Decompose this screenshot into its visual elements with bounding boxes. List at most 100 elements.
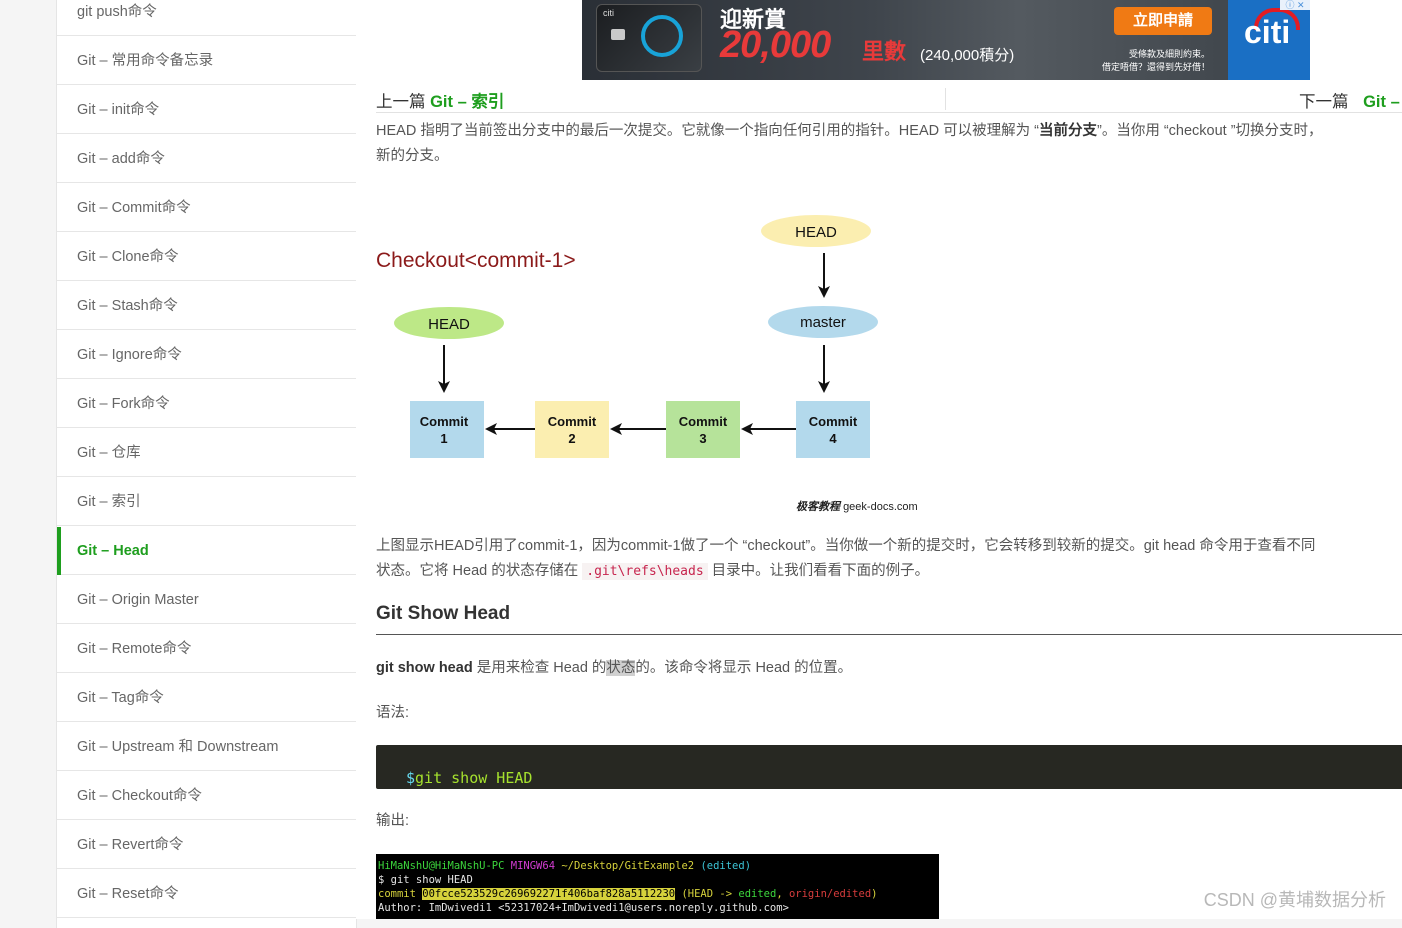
terminal-user: HiMaNshU@HiMaNshU-PC xyxy=(378,860,505,872)
sidebar-item[interactable]: Git – Tag命令 xyxy=(57,674,356,722)
ad-close-icon[interactable]: ⓘ ✕ xyxy=(1280,0,1310,10)
commit-2-line1: Commit xyxy=(548,414,597,429)
terminal-branch: (edited) xyxy=(700,860,752,872)
commit-4-line2: 4 xyxy=(829,431,837,446)
terminal-env: MINGW64 xyxy=(510,860,556,872)
head-left-label: HEAD xyxy=(428,316,470,333)
prev-title[interactable]: Git – 索引 xyxy=(430,93,504,111)
terminal-refs-open: (HEAD -> xyxy=(681,888,739,900)
show-head-paragraph: git show head 是用来检查 Head 的状态的。该命令将显示 Hea… xyxy=(376,656,852,681)
sidebar-nav: git push命令 Git – 常用命令备忘录 Git – init命令 Git –… xyxy=(56,0,357,928)
output-label: 输出: xyxy=(376,813,410,829)
card-chip-icon xyxy=(611,29,625,40)
ad-fine-print-1: 受條款及細則約束。 xyxy=(1128,49,1210,59)
ad-apply-button[interactable]: 立即申請 xyxy=(1114,7,1212,35)
prev-prefix: 上一篇 xyxy=(376,93,426,111)
sidebar-item[interactable]: Git – Fork命令 xyxy=(57,380,356,428)
terminal-ref-local: edited xyxy=(738,888,777,900)
terminal-path: ~/Desktop/GitExample2 xyxy=(561,860,695,872)
diagram-title: Checkout<commit-1> xyxy=(376,249,576,272)
show-head-a: 是用来检查 Head 的 xyxy=(472,660,607,676)
prev-next-nav: 上一篇 Git – 索引 下一篇 Git – xyxy=(376,84,1402,113)
show-head-bold: git show head xyxy=(376,660,473,676)
intro-line2: 新的分支。 xyxy=(376,148,449,164)
terminal-command: $ git show HEAD xyxy=(378,874,473,886)
desc-line2-b: 目录中。让我们看看下面的例子。 xyxy=(707,563,930,579)
sidebar-item[interactable]: git push命令 xyxy=(57,0,356,36)
sidebar-item[interactable]: Git – Stash命令 xyxy=(57,282,356,330)
terminal-line-3: commit 00fcce523529c269692271f406baf828a… xyxy=(376,887,939,901)
ad-card-brand: citi xyxy=(603,8,614,18)
commit-3-box xyxy=(666,401,740,458)
diagram-watermark: 极客教程 geek-docs.com xyxy=(796,498,918,514)
sidebar-item[interactable]: Git – init命令 xyxy=(57,86,356,134)
csdn-watermark: CSDN @黄埔数据分析 xyxy=(1203,890,1386,910)
sidebar-item[interactable]: Git – Clone命令 xyxy=(57,233,356,281)
watermark-cn: 极客教程 xyxy=(796,500,840,513)
commit-1-line2: 1 xyxy=(440,431,447,446)
terminal-commit-hash: 00fcce523529c269692271f406baf828a5112230 xyxy=(422,888,676,900)
intro-paragraph: HEAD 指明了当前签出分支中的最后一次提交。它就像一个指向任何引用的指针。HE… xyxy=(376,119,1323,169)
card-ring-graphic xyxy=(641,15,683,57)
sidebar-item[interactable]: Git – 索引 xyxy=(57,478,356,526)
commit-3-line2: 3 xyxy=(699,431,706,446)
refs-heads-inline-code: .git\refs\heads xyxy=(582,563,708,580)
sidebar-item[interactable]: Git – Upstream 和 Downstream xyxy=(57,723,356,771)
ad-points: (240,000積分) xyxy=(920,47,1015,64)
intro-line1-a: HEAD 指明了当前签出分支中的最后一次提交。它就像一个指向任何引用的指针。HE… xyxy=(376,123,1039,139)
credit-card-image: citi xyxy=(596,4,702,72)
terminal-ref-remote: origin/edited xyxy=(788,888,872,900)
next-article-link[interactable]: 下一篇 Git – xyxy=(1299,88,1400,112)
sidebar-item[interactable]: Git – Head xyxy=(57,527,356,575)
commit-2-box xyxy=(535,401,609,458)
commit-2-line2: 2 xyxy=(568,431,575,446)
ad-fine-print-2: 借定唔借？還得到先好借！ xyxy=(1101,62,1210,72)
sidebar-item[interactable]: Git – 常用命令备忘录 xyxy=(57,37,356,85)
terminal-commit-label: commit xyxy=(378,888,416,900)
sidebar-item[interactable]: Git – Origin Master xyxy=(57,576,356,624)
prev-article-link[interactable]: 上一篇 Git – 索引 xyxy=(376,88,504,112)
head-right-label: HEAD xyxy=(795,224,837,241)
terminal-author: Author: ImDwivedi1 <52317024+ImDwivedi1@… xyxy=(378,902,789,914)
sidebar-item[interactable]: Git – Remote命令 xyxy=(57,625,356,673)
nav-divider xyxy=(945,88,946,110)
sidebar-item[interactable]: Git – Checkout命令 xyxy=(57,772,356,820)
next-title[interactable]: Git – xyxy=(1363,93,1400,111)
intro-bold: 当前分支 xyxy=(1038,123,1097,139)
head-checkout-diagram: Checkout<commit-1> HEAD HEAD master Comm… xyxy=(376,215,878,458)
sidebar-item[interactable]: Git – Revert命令 xyxy=(57,821,356,869)
code-block[interactable]: $ git show HEAD xyxy=(376,745,1402,789)
ad-unit: 里數 xyxy=(862,39,907,64)
banner-ad[interactable]: citi 迎新賞 20,000 里數 (240,000積分) 立即申請 受條款及… xyxy=(582,0,1310,80)
ad-fine-print: 受條款及細則約束。 借定唔借？還得到先好借！ xyxy=(1100,48,1210,74)
sidebar-item[interactable]: Git – 仓库 xyxy=(57,429,356,477)
syntax-label: 语法: xyxy=(376,705,410,721)
section-heading: Git Show Head xyxy=(376,603,511,624)
commit-4-box xyxy=(796,401,870,458)
ad-amount: 20,000 xyxy=(720,24,831,66)
sidebar-item[interactable]: Git – Reset命令 xyxy=(57,870,356,918)
code-command: git show HEAD xyxy=(406,769,533,787)
sidebar-item[interactable]: Git – add命令 xyxy=(57,135,356,183)
terminal-line-1: HiMaNshU@HiMaNshU-PC MINGW64 ~/Desktop/G… xyxy=(376,859,939,873)
master-label: master xyxy=(800,314,846,331)
terminal-ref-sep: , xyxy=(776,888,789,900)
heading-rule xyxy=(376,634,1402,635)
watermark-url: geek-docs.com xyxy=(843,501,918,513)
article-main: citi 迎新賞 20,000 里數 (240,000積分) 立即申請 受條款及… xyxy=(356,0,1402,919)
commit-4-line1: Commit xyxy=(809,414,858,429)
sidebar-item[interactable]: Git – Commit命令 xyxy=(57,184,356,232)
sidebar-item[interactable]: Git – Ignore命令 xyxy=(57,331,356,379)
next-prefix: 下一篇 xyxy=(1299,93,1349,111)
desc-line1: 上图显示HEAD引用了commit-1，因为commit-1做了一个 “chec… xyxy=(376,538,1316,554)
selected-text-highlight: 状态 xyxy=(606,660,636,676)
commit-1-box xyxy=(410,401,484,458)
show-head-b: 的。该命令将显示 Head 的位置。 xyxy=(635,660,853,676)
terminal-output-image: HiMaNshU@HiMaNshU-PC MINGW64 ~/Desktop/G… xyxy=(376,854,939,919)
description-paragraph: 上图显示HEAD引用了commit-1，因为commit-1做了一个 “chec… xyxy=(376,534,1315,584)
commit-3-line1: Commit xyxy=(679,414,728,429)
terminal-refs-close: ) xyxy=(871,888,878,900)
citi-logo-text: citi xyxy=(1244,14,1291,50)
intro-line1-b: ”。当你用 “checkout ”切换分支时， xyxy=(1096,123,1323,139)
desc-line2-a: 状态。它将 Head 的状态存储在 xyxy=(376,563,583,579)
